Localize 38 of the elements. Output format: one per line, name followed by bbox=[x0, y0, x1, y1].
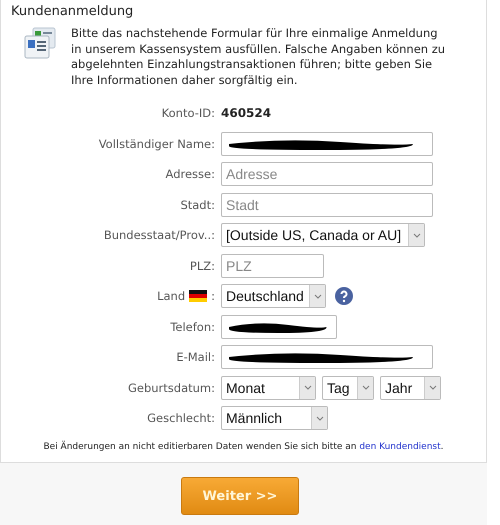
input-field[interactable] bbox=[221, 314, 337, 339]
input-field[interactable]: PLZ bbox=[221, 254, 324, 278]
caret-icon bbox=[412, 232, 420, 238]
field-label: Telefon: bbox=[170, 320, 215, 334]
field-label: Geburtsdatum: bbox=[128, 380, 215, 395]
field-label: PLZ: bbox=[190, 258, 215, 273]
account-id: 460524 bbox=[221, 106, 272, 120]
field-label: Land bbox=[157, 289, 186, 304]
select-field[interactable]: Deutschland bbox=[221, 284, 326, 308]
field-label: Vollständiger Name: bbox=[98, 136, 215, 151]
select-field[interactable]: [Outside US, Canada or AU] bbox=[221, 223, 425, 248]
field-label: Stadt: bbox=[180, 198, 215, 212]
field-label: Geschlecht: bbox=[147, 411, 215, 426]
field-label: E-Mail: bbox=[176, 350, 215, 364]
select-field[interactable]: Männlich bbox=[221, 406, 328, 430]
select-field[interactable]: Jahr bbox=[380, 376, 441, 400]
field-label: Adresse: bbox=[166, 167, 215, 182]
input-field[interactable]: Stadt bbox=[221, 192, 433, 217]
input-field[interactable]: Adresse bbox=[221, 162, 433, 186]
field-label: Konto-ID: bbox=[162, 106, 215, 120]
intro-text: Bitte das nachstehende Formular für Ihre einmalige Anmeldung in unserem Kassensystem ausfüllen. Falsche Angaben können zu abgelehnten Einzahlungstransaktionen führen; bitte geben Sie Ihre Informationen daher sorgfältig ein. bbox=[71, 26, 446, 88]
caret-icon bbox=[304, 385, 312, 390]
caret-icon bbox=[362, 385, 370, 390]
select-field[interactable]: Monat bbox=[221, 376, 316, 400]
caret-icon bbox=[314, 294, 322, 299]
flag-icon bbox=[189, 290, 208, 302]
caret-icon bbox=[428, 385, 436, 390]
field-label: Bundesstaat/Prov..: bbox=[104, 228, 215, 242]
caret-icon bbox=[316, 416, 324, 421]
help-icon[interactable] bbox=[335, 287, 353, 306]
panel-title: Kundenanmeldung bbox=[10, 4, 134, 21]
support-link[interactable]: den Kundendienst bbox=[359, 442, 441, 452]
label-colon: : bbox=[211, 289, 215, 304]
input-field[interactable] bbox=[221, 345, 433, 370]
select-field[interactable]: Tag bbox=[322, 376, 374, 400]
input-field[interactable] bbox=[221, 132, 433, 156]
footnote-text: Bei Änderungen an nicht editierbaren Daten wenden Sie sich bitte an den Kundendienst. bbox=[42, 442, 445, 452]
id-cards-icon bbox=[23, 26, 57, 60]
